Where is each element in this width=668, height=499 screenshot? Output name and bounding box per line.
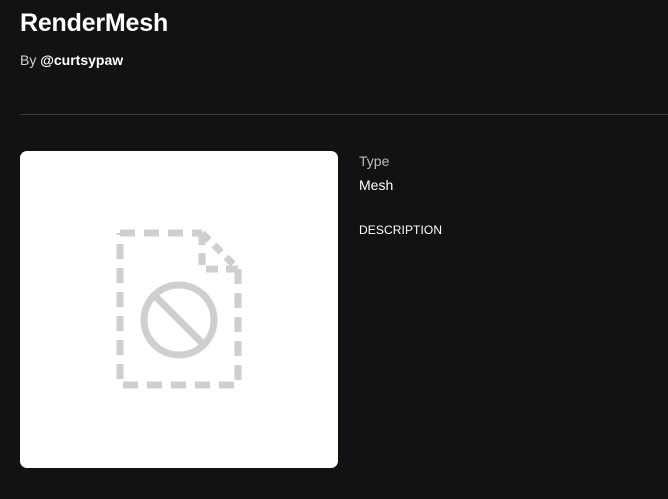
creator-link[interactable]: @curtsypaw	[40, 52, 123, 68]
description-heading: DESCRIPTION	[359, 223, 443, 237]
creator-byline: By @curtsypaw	[20, 51, 123, 69]
byline-prefix: By	[20, 52, 41, 68]
asset-thumbnail	[20, 151, 338, 468]
unavailable-file-icon	[116, 229, 242, 389]
asset-title: RenderMesh	[20, 9, 169, 37]
asset-details: Type Mesh DESCRIPTION	[359, 152, 442, 238]
type-value: Mesh	[359, 177, 394, 193]
section-divider	[20, 114, 668, 115]
asset-page: RenderMesh By @curtsypaw Type Mesh DESCR…	[0, 0, 668, 499]
type-label: Type	[359, 153, 390, 169]
